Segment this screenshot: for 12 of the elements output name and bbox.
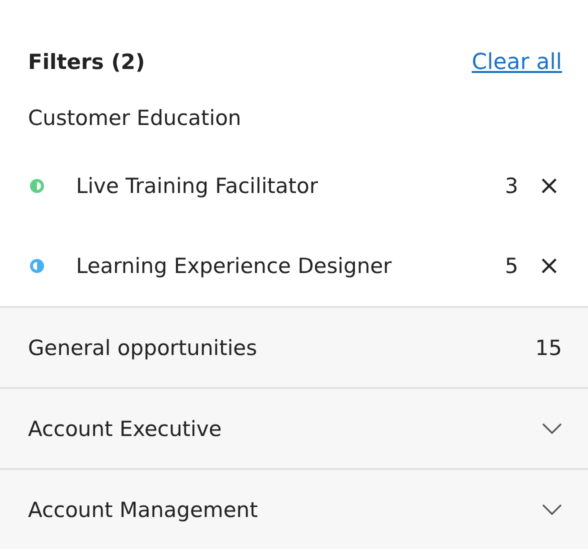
section-row[interactable]: Account Executive (0, 387, 588, 468)
group-label: Customer Education (27, 105, 242, 132)
section-row[interactable]: Account Management (0, 468, 588, 549)
filters-title: Filters (2) (28, 50, 145, 74)
filter-count: 5 (504, 254, 518, 278)
section-row[interactable]: General opportunities 15 (0, 306, 588, 387)
filter-label: Live Training Facilitator (76, 174, 319, 198)
filter-count: 3 (504, 174, 518, 198)
remove-filter-button[interactable]: × (538, 253, 560, 279)
clear-all-link[interactable]: Clear all (472, 50, 562, 74)
remove-filter-button[interactable]: × (538, 173, 560, 199)
filter-label: Learning Experience Designer (76, 254, 393, 278)
